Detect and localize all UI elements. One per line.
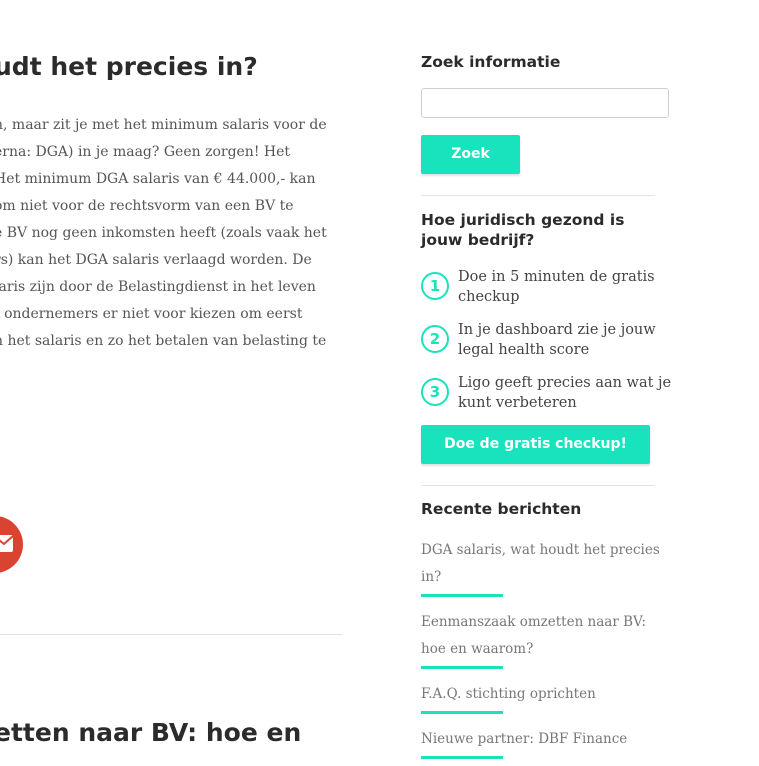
article-line: t ondernemers er niet voor kiezen om eer…: [0, 306, 303, 322]
step-number-badge: 3: [421, 378, 449, 406]
article-line: Het minimum DGA salaris van € 44.000,- k…: [0, 171, 316, 187]
post-underline: [421, 594, 503, 597]
article-title[interactable]: udt het precies in?: [0, 52, 258, 81]
step-number-badge: 2: [421, 325, 449, 353]
article-line: rs) kan het DGA salaris verlaagd worden.…: [0, 252, 312, 268]
post-underline: [421, 756, 503, 759]
step-text: Doe in 5 minuten de gratis checkup: [458, 269, 655, 305]
article-line: n, maar zit je met het minimum salaris v…: [0, 117, 327, 133]
step-number-badge: 1: [421, 272, 449, 300]
recent-posts-heading: Recente berichten: [421, 500, 582, 518]
article-divider: [0, 634, 342, 635]
mail-icon: [0, 535, 14, 552]
sidebar-divider: [421, 195, 655, 196]
step-text: Ligo geeft precies aan wat je kunt verbe…: [458, 375, 672, 411]
recent-post-link[interactable]: F.A.Q. stichting oprichten: [421, 681, 661, 708]
search-button[interactable]: Zoek: [421, 135, 520, 174]
article-body: n, maar zit je met het minimum salaris v…: [0, 112, 346, 355]
recent-post-link[interactable]: Nieuwe partner: DBF Finance: [421, 726, 661, 753]
recent-post-link[interactable]: Eenmanszaak omzetten naar BV: hoe en waa…: [421, 609, 661, 663]
article-line: n het salaris en zo het betalen van bela…: [0, 333, 327, 349]
search-input[interactable]: [421, 88, 669, 118]
search-heading: Zoek informatie: [421, 53, 561, 71]
share-mail-button[interactable]: [0, 516, 23, 573]
article-line: erna: DGA) in je maag? Geen zorgen! Het: [0, 144, 291, 160]
free-checkup-button[interactable]: Doe de gratis checkup!: [421, 425, 650, 464]
article-line: e BV nog geen inkomsten heeft (zoals vaa…: [0, 225, 327, 241]
step-text: In je dashboard zie je jouw legal health…: [458, 322, 656, 358]
post-underline: [421, 666, 503, 669]
article-line: om niet voor de rechtsvorm van een BV te: [0, 198, 294, 214]
recent-post-link[interactable]: DGA salaris, wat houdt het precies in?: [421, 537, 661, 591]
article-line: laris zijn door de Belastingdienst in he…: [0, 279, 316, 295]
next-article-title[interactable]: etten naar BV: hoe en: [0, 718, 301, 747]
health-heading: Hoe juridisch gezond is jouw bedrijf?: [421, 211, 625, 249]
post-underline: [421, 711, 503, 714]
sidebar-divider: [421, 485, 655, 486]
